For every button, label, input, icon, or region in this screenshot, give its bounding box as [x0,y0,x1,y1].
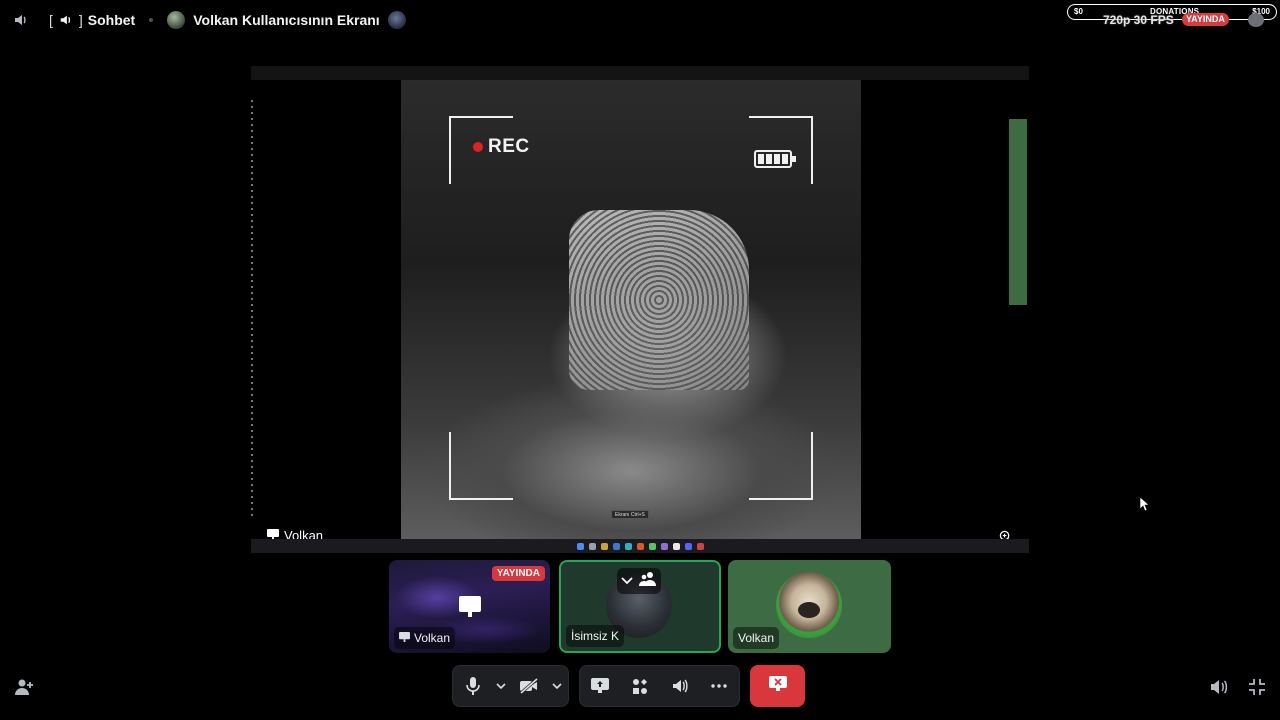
participant-name: İsimsiz K [571,629,619,643]
soundboard-icon[interactable] [660,666,700,706]
speaker-icon[interactable] [13,12,29,28]
channel-name: Sohbet [87,12,136,28]
tile-label: Volkan [733,627,780,649]
volume-icon[interactable] [1208,676,1230,698]
voice-controls [452,665,569,707]
basket-object [569,210,749,390]
screen-small-icon [399,631,410,645]
bracket-close: ] [78,12,83,28]
bracket-open: [ [49,12,53,28]
participant-name: Volkan [414,631,451,645]
screen-title: Volkan Kullanıcısının Ekranı [193,12,380,28]
camera-video: REC [401,80,861,540]
leave-stream-icon [768,675,787,697]
live-badge: YAYINDA [491,566,545,581]
mouse-cursor-icon [1140,497,1150,511]
screen-share-icon [459,596,481,617]
voice-channel[interactable]: [ ] Sohbet [49,12,135,28]
exit-fullscreen-icon[interactable] [1246,676,1268,698]
leave-stream-button[interactable] [750,665,805,707]
stream-header-left: FPS N/A N/A [259,70,294,76]
friends-icon[interactable] [639,571,657,592]
tile-label: İsimsiz K [566,625,624,647]
live-badge-top: YAYINDA [1182,13,1229,26]
stream-edge-line [251,100,253,520]
voice-channel-icon [58,12,74,28]
participant-tile-user[interactable]: İsimsiz K [559,560,721,653]
rec-dot-icon [473,142,483,152]
tile-label: Volkan [394,627,456,649]
status-blob [1248,13,1264,27]
server-avatar [387,11,406,29]
mic-options-chevron-icon[interactable] [493,666,509,706]
user-avatar [167,11,186,29]
more-icon[interactable] [699,666,739,706]
rec-label: REC [488,136,530,157]
frame-corner-br [749,432,813,500]
stream-window-header: FPS N/A N/A CPU 19% [251,66,1029,80]
screen-share-icon[interactable] [580,666,620,706]
donations-min: $0 [1074,7,1083,16]
taskbar [251,539,1029,553]
stream-controls [579,665,740,707]
camera-off-icon[interactable] [509,666,549,706]
invite-user-icon[interactable] [13,676,35,698]
tooltip-tag: Ekranı Ctrl+S [611,510,649,519]
tile-controls[interactable] [617,568,661,594]
chevron-down-icon[interactable] [621,572,633,590]
activities-icon[interactable] [620,666,660,706]
frame-corner-bl [449,432,513,500]
microphone-icon[interactable] [453,666,493,706]
participant-name: Volkan [738,631,775,645]
participant-tile-user[interactable]: Volkan [728,560,891,653]
stream-quality: 720p 30 FPS [1103,13,1174,27]
participant-tile-screen[interactable]: YAYINDA Volkan [389,560,550,653]
separator-dot [149,18,154,22]
stream-header-right: CPU 19% [994,70,1021,76]
battery-icon [754,150,796,168]
camera-options-chevron-icon[interactable] [549,666,565,706]
side-panel-bar [1009,119,1027,305]
rec-indicator: REC [473,136,530,158]
avatar [776,572,842,638]
main-stream[interactable]: FPS N/A N/A CPU 19% REC Ekranı Ctrl+S Vo… [251,66,1029,553]
